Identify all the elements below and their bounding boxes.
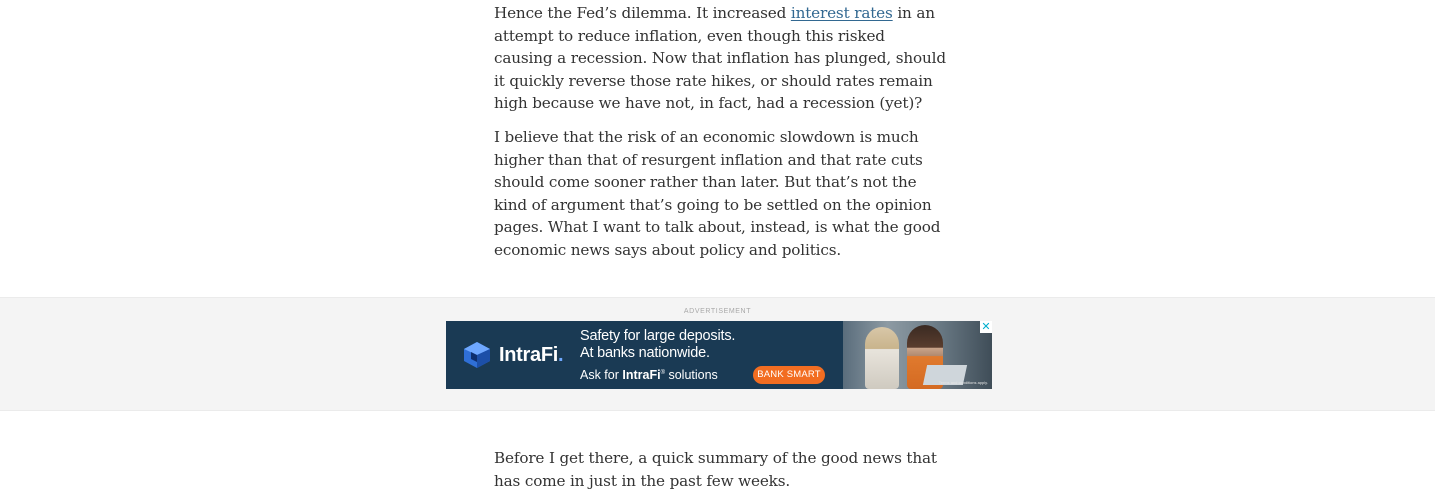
ad-fine-print: Terms and conditions apply.: [938, 380, 988, 385]
brand-mark: .: [558, 343, 564, 366]
ad-photo: Terms and conditions apply.: [843, 321, 992, 389]
ad-headline-line-2: At banks nationwide.: [580, 345, 710, 361]
article-paragraph-1: Hence the Fed’s dilemma. It increased in…: [494, 2, 946, 115]
paragraph-text-before-link: Hence the Fed’s dilemma. It increased: [494, 4, 791, 22]
brand-name: IntraFi: [499, 343, 559, 366]
interest-rates-link[interactable]: interest rates: [791, 4, 893, 22]
ad-subline-brand: IntraFi: [622, 368, 661, 383]
ad-subline: Ask for IntraFi® solutions: [580, 366, 718, 383]
article-paragraph-2: I believe that the risk of an economic s…: [494, 126, 946, 261]
photo-person-1: [865, 327, 899, 389]
bank-smart-button[interactable]: BANK SMART: [753, 366, 825, 384]
advertisement-label: ADVERTISEMENT: [683, 308, 752, 315]
ad-subline-prefix: Ask for: [580, 368, 623, 383]
ad-subline-suffix: solutions: [665, 368, 718, 383]
ad-close-icon[interactable]: ✕: [980, 321, 992, 333]
intrafi-ad-banner[interactable]: IntraFi. Safety for large deposits. At b…: [446, 321, 992, 389]
paragraph-text: I believe that the risk of an economic s…: [494, 128, 941, 259]
paragraph-text: Hence the Fed’s dilemma. It increased in…: [494, 2, 946, 115]
intrafi-logo: IntraFi.: [462, 341, 564, 369]
intrafi-logo-text: IntraFi.: [499, 343, 564, 367]
paragraph-text: Before I get there, a quick summary of t…: [494, 449, 937, 490]
hexagon-logo-icon: [464, 342, 490, 368]
article-paragraph-3: Before I get there, a quick summary of t…: [494, 447, 946, 492]
advertisement-band: ADVERTISEMENT IntraFi. Safety for large …: [0, 297, 1435, 411]
ad-headline-line-1: Safety for large deposits.: [580, 328, 736, 344]
ad-headline: Safety for large deposits. At banks nati…: [580, 328, 735, 362]
